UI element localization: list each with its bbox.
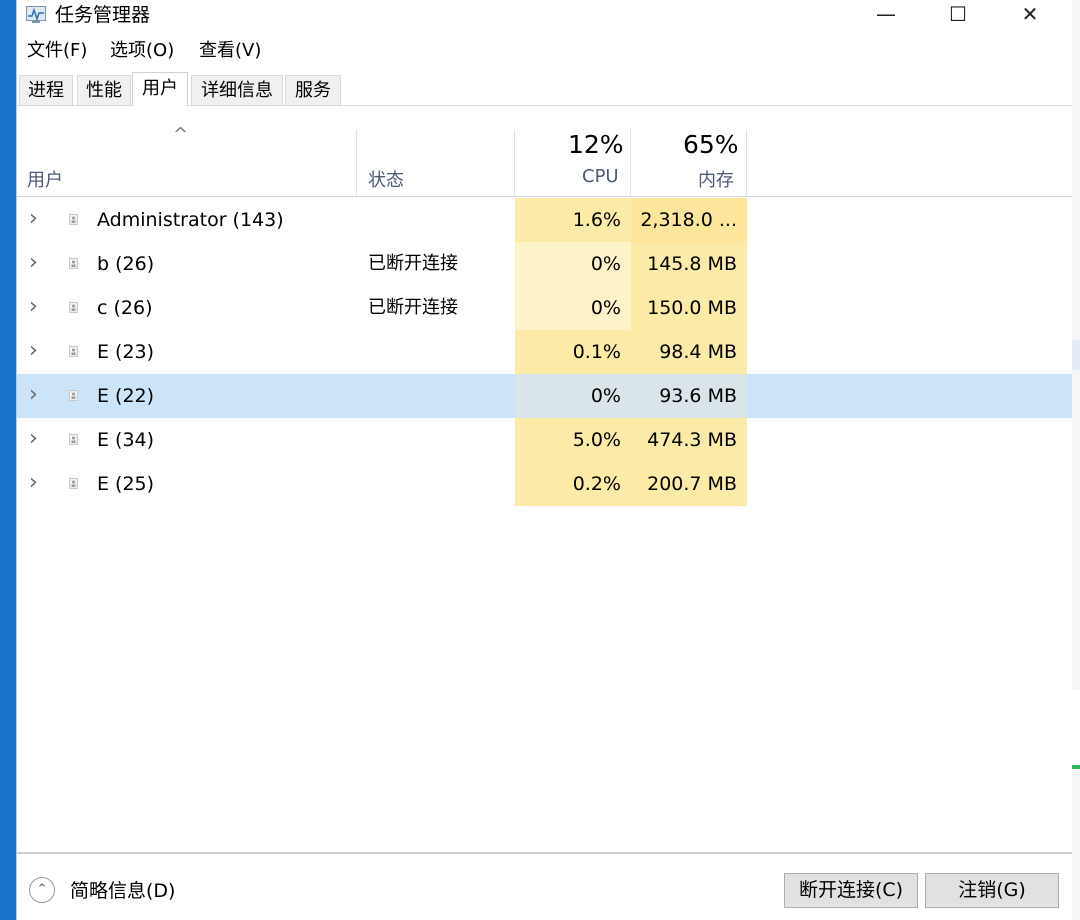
cpu-cell: 0% bbox=[515, 242, 631, 286]
tab-services[interactable]: 服务 bbox=[285, 75, 341, 105]
table-row[interactable]: › E (22) 0% 93.6 MB bbox=[17, 374, 1072, 418]
tab-details[interactable]: 详细信息 bbox=[191, 75, 283, 105]
expand-chevron-icon[interactable]: › bbox=[29, 426, 38, 451]
memory-cell: 2,318.0 ... bbox=[631, 198, 747, 242]
window-title: 任务管理器 bbox=[55, 4, 151, 26]
user-name: c (26) bbox=[97, 297, 153, 319]
table-row[interactable]: › E (25) 0.2% 200.7 MB bbox=[17, 462, 1072, 506]
desktop-background bbox=[1071, 0, 1080, 920]
log-off-button[interactable]: 注销(G) bbox=[925, 873, 1059, 908]
memory-cell: 200.7 MB bbox=[631, 462, 747, 506]
cpu-cell: 0% bbox=[515, 286, 631, 330]
user-name: E (22) bbox=[97, 385, 155, 407]
column-separator bbox=[746, 130, 747, 196]
task-manager-icon bbox=[26, 6, 46, 23]
column-separator bbox=[630, 130, 631, 196]
footer-divider bbox=[17, 852, 1072, 854]
menu-options[interactable]: 选项(O) bbox=[110, 36, 174, 66]
cpu-cell: 0.2% bbox=[515, 462, 631, 506]
column-separator bbox=[356, 130, 357, 196]
user-icon bbox=[69, 346, 78, 357]
column-header-user[interactable]: 用户 bbox=[27, 166, 63, 192]
user-icon bbox=[69, 478, 78, 489]
column-header-status[interactable]: 状态 bbox=[368, 166, 404, 192]
column-separator bbox=[514, 130, 515, 196]
table-row[interactable]: › Administrator (143) 1.6% 2,318.0 ... bbox=[17, 198, 1072, 242]
close-button[interactable]: ✕ bbox=[994, 0, 1066, 30]
cpu-cell: 0% bbox=[515, 374, 631, 418]
user-icon bbox=[69, 302, 78, 313]
user-status: 已断开连接 bbox=[368, 253, 458, 274]
sort-ascending-icon: ^ bbox=[173, 124, 189, 145]
background-window-fragment bbox=[1071, 340, 1080, 370]
tab-users[interactable]: 用户 bbox=[132, 72, 188, 106]
user-name: Administrator (143) bbox=[97, 209, 284, 231]
expand-chevron-icon[interactable]: › bbox=[29, 338, 38, 363]
user-icon bbox=[69, 258, 78, 269]
memory-total-percent[interactable]: 65% bbox=[683, 130, 739, 160]
expand-chevron-icon[interactable]: › bbox=[29, 250, 38, 275]
background-window-fragment bbox=[1071, 765, 1080, 769]
memory-cell: 98.4 MB bbox=[631, 330, 747, 374]
table-row[interactable]: › c (26) 已断开连接 0% 150.0 MB bbox=[17, 286, 1072, 330]
maximize-button[interactable]: ☐ bbox=[922, 0, 994, 30]
memory-cell: 93.6 MB bbox=[631, 374, 747, 418]
user-status: 已断开连接 bbox=[368, 297, 458, 318]
memory-cell: 150.0 MB bbox=[631, 286, 747, 330]
background-window-fragment bbox=[1071, 690, 1080, 770]
user-icon bbox=[69, 214, 78, 225]
column-header-memory[interactable]: 内存 bbox=[698, 166, 734, 192]
disconnect-button[interactable]: 断开连接(C) bbox=[784, 873, 918, 908]
task-manager-window: 任务管理器 — ☐ ✕ 文件(F) 选项(O) 查看(V) 进程 性能 用户 详… bbox=[16, 0, 1072, 920]
fewer-details-link[interactable]: 简略信息(D) bbox=[70, 877, 175, 905]
minimize-button[interactable]: — bbox=[850, 0, 922, 30]
header-divider bbox=[17, 196, 1072, 197]
chevron-up-circle-icon[interactable]: ⌃ bbox=[29, 877, 55, 903]
title-bar[interactable]: 任务管理器 — ☐ ✕ bbox=[17, 0, 1072, 32]
menu-file[interactable]: 文件(F) bbox=[27, 36, 87, 66]
tab-bar: 进程 性能 用户 详细信息 服务 bbox=[17, 72, 1072, 106]
user-name: b (26) bbox=[97, 253, 155, 275]
user-name: E (25) bbox=[97, 473, 155, 495]
cpu-cell: 5.0% bbox=[515, 418, 631, 462]
expand-chevron-icon[interactable]: › bbox=[29, 382, 38, 407]
cpu-total-percent[interactable]: 12% bbox=[568, 130, 624, 160]
cpu-cell: 1.6% bbox=[515, 198, 631, 242]
user-name: E (23) bbox=[97, 341, 155, 363]
tab-processes[interactable]: 进程 bbox=[19, 75, 73, 105]
user-icon bbox=[69, 390, 78, 401]
memory-cell: 145.8 MB bbox=[631, 242, 747, 286]
column-header-cpu[interactable]: CPU bbox=[582, 166, 619, 187]
cpu-cell: 0.1% bbox=[515, 330, 631, 374]
expand-chevron-icon[interactable]: › bbox=[29, 206, 38, 231]
memory-cell: 474.3 MB bbox=[631, 418, 747, 462]
tab-performance[interactable]: 性能 bbox=[77, 75, 131, 105]
menu-view[interactable]: 查看(V) bbox=[199, 36, 261, 66]
user-icon bbox=[69, 434, 78, 445]
expand-chevron-icon[interactable]: › bbox=[29, 470, 38, 495]
table-row[interactable]: › E (23) 0.1% 98.4 MB bbox=[17, 330, 1072, 374]
menu-bar: 文件(F) 选项(O) 查看(V) bbox=[17, 36, 1072, 66]
table-row[interactable]: › b (26) 已断开连接 0% 145.8 MB bbox=[17, 242, 1072, 286]
table-row[interactable]: › E (34) 5.0% 474.3 MB bbox=[17, 418, 1072, 462]
expand-chevron-icon[interactable]: › bbox=[29, 294, 38, 319]
user-name: E (34) bbox=[97, 429, 155, 451]
